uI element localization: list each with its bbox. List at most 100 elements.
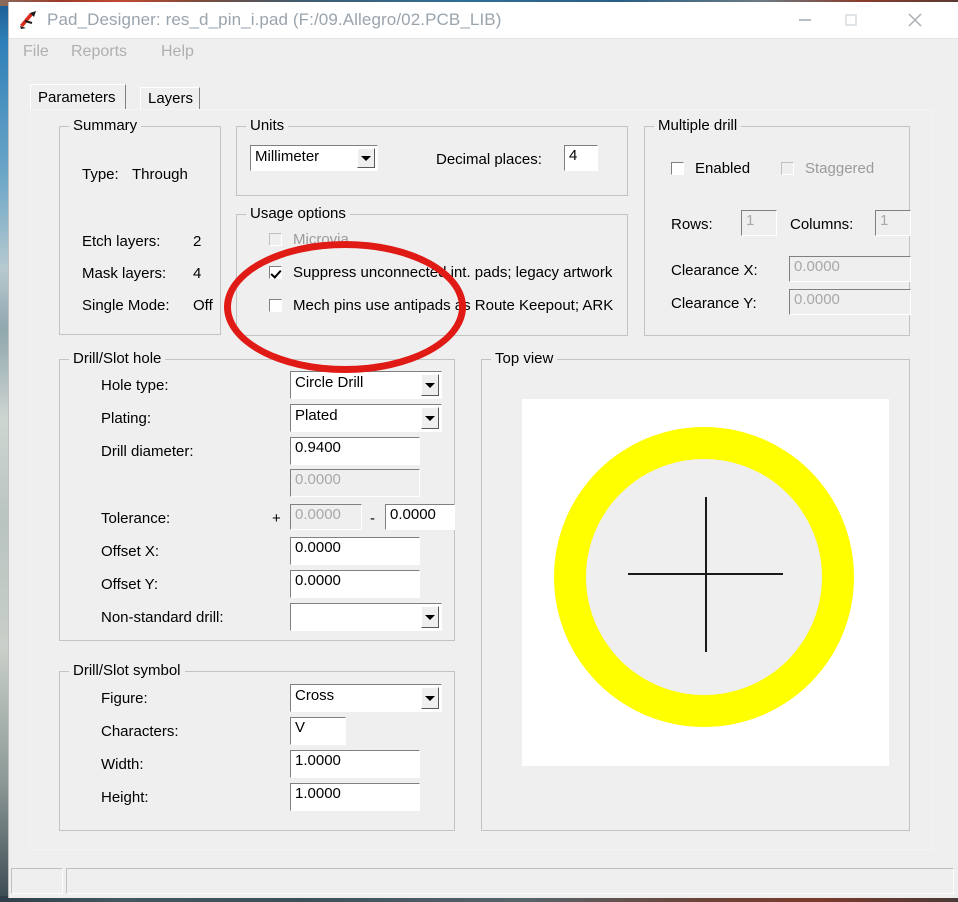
hole-type-select[interactable]: Circle Drill [290,371,442,399]
summary-etch-layers-value: 2 [193,233,202,250]
status-bar [10,864,956,896]
offset-y-input[interactable]: 0.0000 [290,570,420,598]
menu-item-reports[interactable]: Reports [71,43,127,61]
group-top-view-caption: Top view [491,351,558,367]
group-drill-slot-symbol: Drill/Slot symbol Figure: Cross Characte… [59,663,455,831]
plating-select[interactable]: Plated [290,404,442,432]
chevron-down-icon[interactable] [421,606,439,628]
tolerance-label: Tolerance: [101,510,171,527]
checkbox-multiple-drill-staggered-label: Staggered [805,160,875,177]
group-units: Units Millimeter Decimal places: 4 [236,118,628,196]
drill-diameter-label: Drill diameter: [101,443,194,460]
summary-type-label: Type: [82,166,119,183]
chevron-down-icon[interactable] [421,687,439,709]
summary-single-mode-label: Single Mode: [82,297,170,314]
group-units-caption: Units [246,118,289,134]
hole-type-label: Hole type: [101,377,169,394]
tab-parameters[interactable]: Parameters [30,84,126,109]
screen: Pad_Designer: res_d_pin_i.pad (F:/09.All… [0,0,958,902]
columns-input: 1 [875,210,911,236]
hole-type-select-value: Circle Drill [295,374,364,391]
summary-etch-layers-label: Etch layers: [82,233,161,250]
decimal-places-label: Decimal places: [436,151,542,168]
offset-x-input[interactable]: 0.0000 [290,537,420,565]
maximize-icon[interactable] [828,2,874,38]
summary-type-value: Through [132,166,188,183]
clearance-x-label: Clearance X: [671,262,758,279]
status-pane-right [66,868,954,894]
clearance-y-label: Clearance Y: [671,295,757,312]
checkbox-multiple-drill-staggered [781,162,794,175]
checkbox-microvia-label: Microvia [293,231,349,248]
units-select[interactable]: Millimeter [250,145,378,171]
plating-select-value: Plated [295,407,338,424]
group-drill-slot-hole-caption: Drill/Slot hole [69,351,166,367]
nonstandard-drill-select[interactable] [290,603,442,631]
decimal-places-input[interactable]: 4 [564,145,598,171]
pad-designer-window: Pad_Designer: res_d_pin_i.pad (F:/09.All… [8,2,958,898]
units-select-value: Millimeter [255,148,320,165]
chevron-down-icon[interactable] [421,374,439,396]
window-title: Pad_Designer: res_d_pin_i.pad (F:/09.All… [47,10,502,29]
tolerance-plus-sign: + [272,510,281,527]
menu-bar: File Reports Help [9,39,958,68]
characters-input[interactable]: V [290,717,346,745]
menu-item-help[interactable]: Help [161,43,194,61]
symbol-width-label: Width: [101,756,144,773]
pad-designer-icon [17,9,39,31]
group-drill-slot-hole: Drill/Slot hole Hole type: Circle Drill … [59,351,455,641]
rows-input: 1 [741,210,777,236]
chevron-down-icon[interactable] [421,407,439,429]
close-icon[interactable] [892,2,938,38]
tolerance-minus-sign: - [370,510,375,527]
chevron-down-icon[interactable] [357,148,375,168]
group-summary: Summary Type: Through Etch layers: 2 Mas… [59,118,221,335]
title-bar[interactable]: Pad_Designer: res_d_pin_i.pad (F:/09.All… [9,2,958,39]
secondary-diameter-input: 0.0000 [290,469,420,497]
group-multiple-drill: Multiple drill Enabled Staggered Rows: 1… [644,118,911,336]
summary-mask-layers-label: Mask layers: [82,265,167,282]
status-pane-left [11,868,63,894]
summary-mask-layers-value: 4 [193,265,202,282]
figure-select[interactable]: Cross [290,684,442,712]
group-drill-slot-symbol-caption: Drill/Slot symbol [69,663,185,679]
group-top-view: Top view [481,351,910,831]
plating-label: Plating: [101,410,152,427]
top-view-canvas[interactable] [522,399,889,766]
checkbox-multiple-drill-enabled[interactable] [671,162,684,175]
drill-hole-circle [586,459,822,695]
checkbox-microvia [269,233,282,246]
tolerance-plus-input: 0.0000 [290,504,362,530]
tab-layers[interactable]: Layers [140,87,200,109]
columns-label: Columns: [790,216,854,233]
symbol-width-input[interactable]: 1.0000 [290,750,420,778]
figure-select-value: Cross [295,687,335,704]
characters-label: Characters: [101,723,179,740]
symbol-height-label: Height: [101,789,149,806]
group-drill-slot-hole-frame [59,359,455,641]
checkbox-mech-pins-antipads-label: Mech pins use antipads as Route Keepout;… [293,297,614,314]
tolerance-minus-input[interactable]: 0.0000 [385,504,455,530]
group-usage-options-caption: Usage options [246,206,350,222]
figure-label: Figure: [101,690,148,707]
group-usage-options: Usage options Microvia Suppress unconnec… [236,206,628,336]
clearance-y-input: 0.0000 [789,289,911,315]
offset-x-label: Offset X: [101,543,160,560]
drill-diameter-input[interactable]: 0.9400 [290,437,420,465]
rows-label: Rows: [671,216,713,233]
checkbox-suppress-unconnected[interactable] [269,266,282,279]
symbol-height-input[interactable]: 1.0000 [290,783,420,811]
crosshair-horizontal [628,573,783,575]
checkbox-mech-pins-antipads[interactable] [269,299,282,312]
menu-item-file[interactable]: File [23,43,49,61]
group-summary-caption: Summary [69,118,142,134]
tab-page-parameters: Summary Type: Through Etch layers: 2 Mas… [30,109,932,850]
group-multiple-drill-caption: Multiple drill [654,118,742,134]
minimize-icon[interactable] [782,2,828,38]
checkbox-multiple-drill-enabled-label: Enabled [695,160,751,177]
tab-strip: Parameters Layers [30,84,935,109]
client-area: Parameters Layers Summary Type: Through … [10,68,950,868]
summary-single-mode-value: Off [193,297,213,314]
clearance-x-input: 0.0000 [789,256,911,282]
checkbox-suppress-unconnected-label: Suppress unconnected int. pads; legacy a… [293,264,613,281]
